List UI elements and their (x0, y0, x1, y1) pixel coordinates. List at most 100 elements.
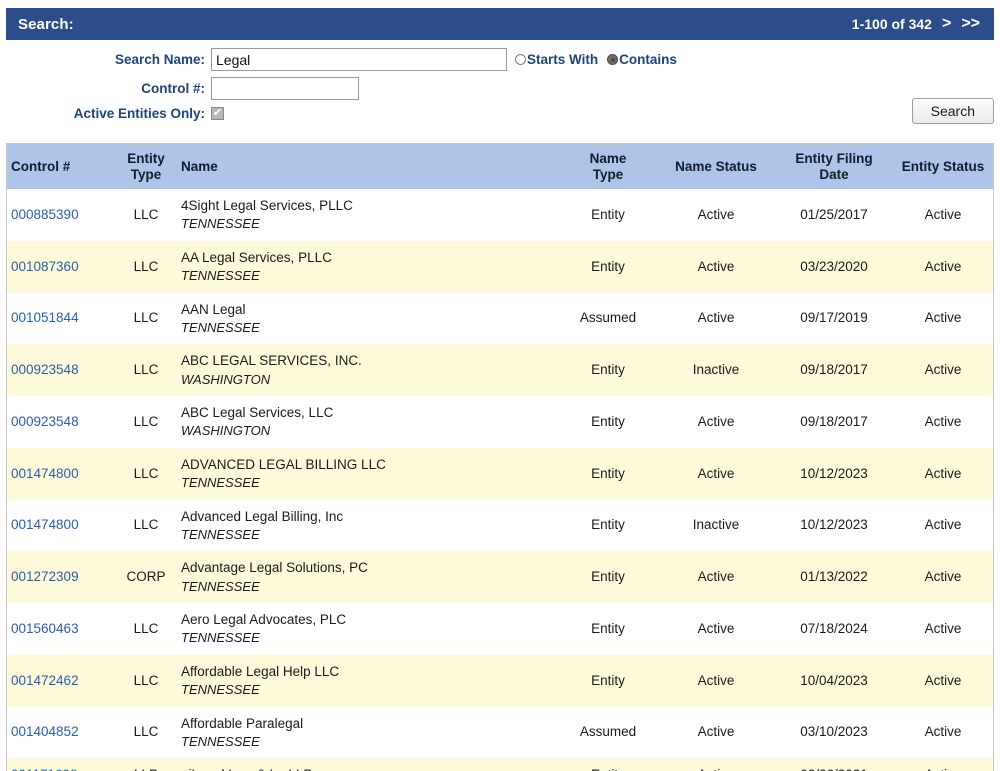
table-row[interactable]: 001087360 LLC AA Legal Services, PLLC TENNE… (7, 240, 993, 293)
cell-name: AAN Legal TENNESSEE (177, 292, 559, 345)
cell-control-number: 001087360 (7, 240, 115, 293)
table-row[interactable]: 001472462 LLC Affordable Legal Help LLC TEN… (7, 654, 993, 707)
entity-state-text: TENNESSEE (181, 733, 260, 749)
cell-entity-type: LLC (115, 344, 177, 397)
cell-filing-date: 03/10/2023 (775, 706, 893, 759)
cell-name-type: Entity (559, 654, 657, 707)
cell-entity-status: Active (893, 396, 993, 448)
table-row[interactable]: 001051844 LLC AAN Legal TENNESSEE Assumed Act… (7, 292, 993, 345)
table-row[interactable]: 001404852 LLC Affordable Paralegal TENNESSE… (7, 706, 993, 759)
cell-name: aiLegal Law & Lu LLP (177, 758, 559, 771)
control-number-link[interactable]: 001474800 (11, 466, 79, 481)
active-entities-row: Active Entities Only: ✔ (6, 106, 994, 121)
entity-name-text: AAN Legal (181, 301, 246, 317)
search-form-panel: Search Name: Starts With Contains Contro… (6, 40, 994, 137)
entity-name-text: ADVANCED LEGAL BILLING LLC (181, 456, 386, 472)
entity-state-text: WASHINGTON (181, 423, 271, 439)
match-type-radio-group: Starts With Contains (515, 52, 685, 67)
entity-name-text: Advanced Legal Billing, Inc (181, 508, 344, 524)
results-table-body: 000885390 LLC 4Sight Legal Services, PLLC T… (7, 189, 993, 771)
cell-filing-date: 02/26/2021 (775, 758, 893, 771)
results-table-head: Control # Entity Type Name Name Type Nam (7, 144, 993, 190)
entity-name-text: ABC Legal Services, LLC (181, 405, 334, 421)
next-page-link[interactable]: > (942, 16, 951, 32)
cell-filing-date: 09/18/2017 (775, 396, 893, 448)
entity-search-page: Search: 1-100 of 342 > >> Search Name: S… (0, 0, 1000, 771)
cell-entity-type: LLC (115, 189, 177, 241)
entity-state-text: TENNESSEE (181, 216, 260, 232)
table-row[interactable]: 000885390 LLC 4Sight Legal Services, PLLC T… (7, 189, 993, 241)
control-number-link[interactable]: 000923548 (11, 414, 79, 429)
cell-entity-status: Active (893, 758, 993, 771)
column-header-control-number[interactable]: Control # (7, 144, 115, 190)
control-number-link[interactable]: 001272309 (11, 569, 79, 584)
column-header-name-type[interactable]: Name Type (559, 144, 657, 190)
cell-entity-type: LLC (115, 396, 177, 448)
control-number-link[interactable]: 001560463 (11, 621, 79, 636)
control-number-input[interactable] (211, 77, 359, 100)
cell-name-status: Inactive (657, 344, 775, 397)
cell-control-number: 000923548 (7, 396, 115, 448)
cell-control-number: 000923548 (7, 344, 115, 397)
control-number-link[interactable]: 001404852 (11, 724, 79, 739)
starts-with-radio-item[interactable]: Starts With (515, 52, 606, 67)
contains-radio-item[interactable]: Contains (607, 52, 685, 67)
column-header-name-status-line1: Name Status (675, 158, 757, 174)
table-row[interactable]: 000923548 LLC ABC Legal Services, LLC WASHI… (7, 396, 993, 448)
cell-name: Affordable Legal Help LLC TENNESSEE (177, 654, 559, 707)
cell-name-type: Assumed (559, 706, 657, 759)
column-header-entity-type[interactable]: Entity Type (115, 144, 177, 190)
column-header-name-status[interactable]: Name Status (657, 144, 775, 190)
control-number-link[interactable]: 001474800 (11, 517, 79, 532)
last-page-link[interactable]: >> (961, 16, 980, 32)
table-row[interactable]: 001560463 LLC Aero Legal Advocates, PLC TEN… (7, 603, 993, 655)
cell-entity-type: LLC (115, 447, 177, 500)
entity-state-text: WASHINGTON (181, 371, 271, 387)
table-row[interactable]: 001171608LLPaiLegal Law & Lu LLPEntityAc… (7, 758, 993, 771)
entity-name-text: aiLegal Law & Lu LLP (181, 766, 555, 771)
cell-name-type: Entity (559, 240, 657, 293)
cell-entity-type: LLC (115, 499, 177, 552)
control-number-link[interactable]: 000923548 (11, 362, 79, 377)
control-number-link[interactable]: 000885390 (11, 207, 79, 222)
table-row[interactable]: 001474800 LLC Advanced Legal Billing, Inc T… (7, 499, 993, 552)
control-number-link[interactable]: 001472462 (11, 673, 79, 688)
search-button[interactable]: Search (911, 98, 994, 124)
cell-name-type: Entity (559, 758, 657, 771)
cell-name-type: Entity (559, 189, 657, 241)
cell-entity-status: Active (893, 189, 993, 241)
search-name-row: Search Name: Starts With Contains (6, 48, 994, 71)
search-name-label: Search Name: (114, 52, 205, 67)
cell-filing-date: 01/13/2022 (775, 551, 893, 604)
results-table: Control # Entity Type Name Name Type Nam (7, 144, 993, 771)
entity-state-text: TENNESSEE (181, 682, 260, 698)
cell-name-status: Active (657, 758, 775, 771)
cell-name: 4Sight Legal Services, PLLC TENNESSEE (177, 189, 559, 241)
cell-control-number: 001560463 (7, 603, 115, 655)
cell-filing-date: 10/12/2023 (775, 447, 893, 500)
entity-name-text: AA Legal Services, PLLC (181, 249, 332, 265)
cell-entity-status: Active (893, 706, 993, 759)
control-number-link[interactable]: 001087360 (11, 259, 79, 274)
cell-filing-date: 10/12/2023 (775, 499, 893, 552)
search-name-input[interactable] (211, 48, 507, 71)
cell-filing-date: 01/25/2017 (775, 189, 893, 241)
column-header-entity-status[interactable]: Entity Status (893, 144, 993, 190)
contains-label: Contains (619, 52, 677, 67)
active-entities-checkbox[interactable]: ✔ (211, 107, 224, 120)
control-number-link[interactable]: 001051844 (11, 310, 79, 325)
cell-name: Advantage Legal Solutions, PC TENNESSEE (177, 551, 559, 604)
cell-entity-type: LLC (115, 603, 177, 655)
cell-name: ABC LEGAL SERVICES, INC. WASHINGTON (177, 344, 559, 397)
table-row[interactable]: 000923548 LLC ABC LEGAL SERVICES, INC. WASH… (7, 344, 993, 397)
cell-name-type: Entity (559, 603, 657, 655)
table-row[interactable]: 001474800 LLC ADVANCED LEGAL BILLING LLC TE… (7, 447, 993, 500)
cell-name-status: Active (657, 603, 775, 655)
table-row[interactable]: 001272309 CORP Advantage Legal Solutions, … (7, 551, 993, 604)
pagination-group: 1-100 of 342 > >> (852, 16, 980, 33)
starts-with-radio-icon[interactable] (515, 54, 526, 65)
column-header-filing-date[interactable]: Entity Filing Date (775, 144, 893, 190)
column-header-name[interactable]: Name (177, 144, 559, 190)
control-number-link[interactable]: 001171608 (11, 767, 78, 771)
contains-radio-icon[interactable] (607, 54, 619, 65)
